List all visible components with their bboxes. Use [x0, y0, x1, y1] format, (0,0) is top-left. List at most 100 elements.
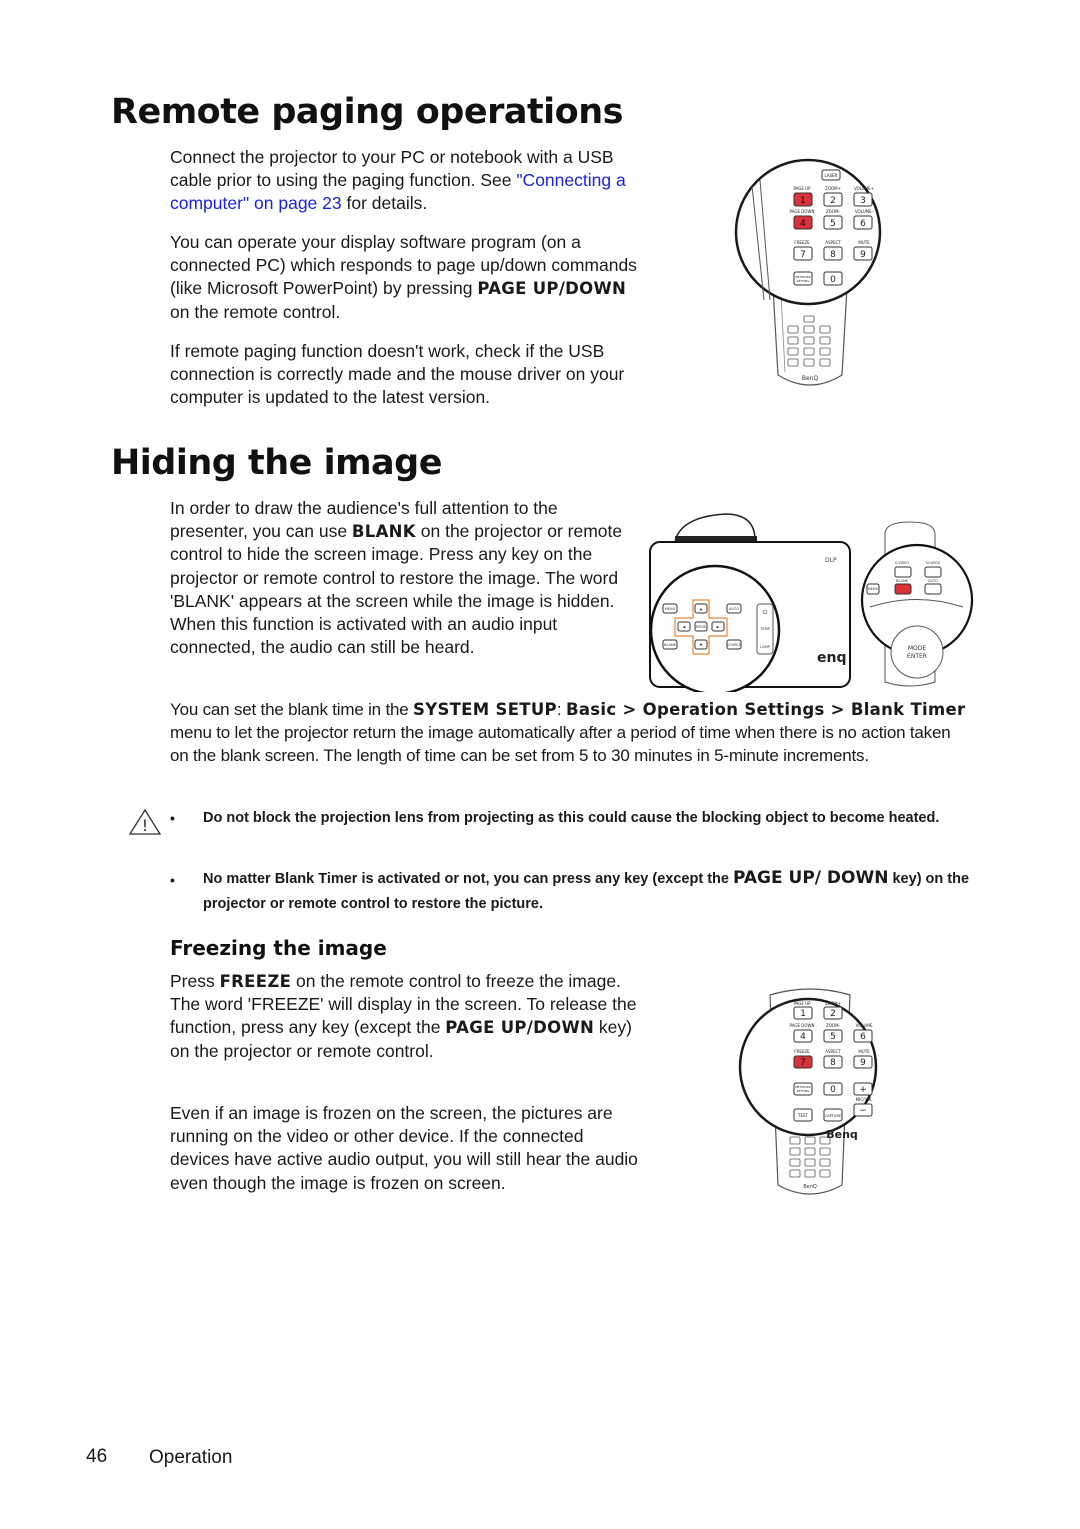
svg-text:MENU: MENU — [868, 587, 879, 591]
freeze-key: FREEZE — [219, 972, 292, 991]
blank-timer-description: You can set the blank time in the SYSTEM… — [170, 698, 970, 768]
svg-text:ZOOM-: ZOOM- — [826, 209, 840, 214]
svg-text:−: − — [859, 1106, 867, 1116]
page-number: 46 — [86, 1446, 108, 1467]
svg-text:Benq: Benq — [826, 1128, 858, 1141]
svg-text:MIC/VOL: MIC/VOL — [856, 1097, 874, 1102]
note-lens-heat: Do not block the projection lens from pr… — [203, 810, 940, 826]
svg-text:ENTER: ENTER — [907, 653, 927, 660]
svg-text:ZOOM+: ZOOM+ — [825, 186, 841, 191]
text: : — [556, 700, 566, 719]
freezing-audio-note: Even if an image is frozen on the screen… — [170, 1103, 638, 1193]
remote-paging-operate: You can operate your display software pr… — [170, 231, 640, 324]
text: for details. — [341, 193, 428, 214]
svg-text:2: 2 — [830, 1009, 836, 1019]
svg-text:AUTO: AUTO — [729, 607, 739, 611]
svg-text:6: 6 — [860, 1032, 866, 1042]
projector-brand: enq — [817, 650, 846, 666]
svg-text:7: 7 — [800, 1058, 806, 1068]
svg-text:5: 5 — [830, 219, 836, 229]
svg-text:VOLUME: VOLUME — [856, 1023, 873, 1028]
svg-text:MENU: MENU — [665, 607, 676, 611]
svg-text:4: 4 — [800, 1032, 806, 1042]
svg-text:ASPECT: ASPECT — [825, 240, 841, 245]
remote-brand-small: BenQ — [802, 375, 819, 382]
heading-hiding-image: Hiding the image — [111, 443, 442, 483]
projector-blank-key-figure: DLP enq MENU ▲ AUTO ◀ MODE ▶ BLANK ▼ SOU… — [649, 513, 974, 692]
svg-text:8: 8 — [830, 1058, 836, 1068]
svg-text:PAGE DOWN: PAGE DOWN — [790, 1023, 815, 1028]
svg-text:BenQ: BenQ — [803, 1184, 817, 1190]
page-up-down-key: PAGE UP/DOWN — [477, 279, 627, 299]
page-up-down-key: PAGE UP/DOWN — [445, 1018, 595, 1038]
warning-icon: ! — [128, 808, 162, 835]
svg-text:⏻: ⏻ — [763, 609, 768, 616]
heading-remote-paging: Remote paging operations — [111, 92, 623, 132]
remote-control-freeze-key-figure: ▲ BenQ PAGE UPZOOM+ 1 2 PAGE DOWNZOOM-VO… — [738, 988, 878, 1195]
svg-text:BLANK: BLANK — [896, 579, 908, 583]
svg-text:PAGE UP: PAGE UP — [793, 1001, 811, 1006]
text: No matter Blank Timer is activated or no… — [203, 871, 733, 887]
svg-text:+: + — [859, 1085, 867, 1095]
text: on the remote control. — [170, 301, 341, 322]
svg-text:TEMP: TEMP — [759, 627, 769, 631]
text: menu to let the projector return the ima… — [170, 723, 951, 766]
svg-text:4: 4 — [800, 219, 806, 229]
svg-text:LAMP: LAMP — [760, 645, 770, 649]
svg-text:VOLUME+: VOLUME+ — [854, 186, 874, 191]
svg-text:6: 6 — [860, 219, 866, 229]
svg-text:MODE: MODE — [908, 645, 927, 652]
svg-text:9: 9 — [860, 1058, 866, 1068]
svg-text:S-VIDEO: S-VIDEO — [895, 561, 910, 565]
heading-freezing-image: Freezing the image — [170, 936, 387, 960]
svg-text:2: 2 — [830, 196, 836, 206]
svg-text:▶: ▶ — [717, 625, 720, 629]
bullet: • — [170, 872, 175, 888]
svg-text:8: 8 — [830, 250, 836, 260]
svg-text:BLANK: BLANK — [664, 643, 676, 647]
svg-text:LASER: LASER — [825, 173, 838, 178]
svg-text:MUTE: MUTE — [858, 240, 870, 245]
svg-text:ZOOM+: ZOOM+ — [825, 1001, 841, 1006]
bullet: • — [170, 810, 175, 826]
svg-text:1: 1 — [800, 1009, 806, 1019]
svg-text:SETTING: SETTING — [797, 279, 811, 283]
svg-text:MUTE: MUTE — [858, 1049, 870, 1054]
svg-text:ASPECT: ASPECT — [825, 1049, 841, 1054]
svg-text:CAPTURE: CAPTURE — [825, 1114, 841, 1118]
system-setup-menu: SYSTEM SETUP — [413, 700, 557, 719]
freezing-intro: Press FREEZE on the remote control to fr… — [170, 970, 640, 1063]
text: on the projector or remote control to hi… — [170, 521, 623, 658]
svg-text:AUTO: AUTO — [928, 579, 938, 583]
svg-text:▼: ▼ — [700, 643, 703, 647]
text: Press — [170, 971, 220, 991]
svg-text:7: 7 — [800, 250, 806, 260]
svg-text:SOURCE: SOURCE — [926, 561, 940, 565]
note-blank-timer-restore: No matter Blank Timer is activated or no… — [203, 866, 993, 917]
remote-paging-intro: Connect the projector to your PC or note… — [170, 146, 640, 216]
hiding-intro: In order to draw the audience's full att… — [170, 497, 640, 659]
svg-text:MODE: MODE — [696, 625, 707, 629]
svg-text:TEST: TEST — [797, 1113, 809, 1118]
svg-text:0: 0 — [830, 1085, 836, 1095]
svg-text:VOLUME-: VOLUME- — [855, 209, 874, 214]
svg-text:1: 1 — [800, 196, 806, 206]
svg-text:PAGE DOWN: PAGE DOWN — [790, 209, 815, 214]
remote-blank-key — [894, 583, 912, 595]
remote-control-page-keys-figure: BenQ LASER PAGE UP ZOOM+ VOLUME+ 1 2 3 PAG… — [734, 158, 882, 386]
svg-text:5: 5 — [830, 1032, 836, 1042]
svg-text:PAGE UP: PAGE UP — [793, 186, 811, 191]
text: You can set the blank time in the — [170, 700, 414, 719]
svg-text:SETTING: SETTING — [797, 1089, 811, 1093]
svg-text:FREEZE: FREEZE — [794, 240, 810, 245]
dlp-logo: DLP — [825, 557, 837, 564]
footer-section-label: Operation — [149, 1447, 233, 1468]
page-up-down-key: PAGE UP/ DOWN — [732, 868, 889, 888]
blank-key: BLANK — [351, 522, 416, 542]
remote-paging-troubleshoot: If remote paging function doesn't work, … — [170, 341, 625, 408]
svg-text:ZOOM-: ZOOM- — [826, 1023, 840, 1028]
svg-text:9: 9 — [860, 250, 866, 260]
svg-text:!: ! — [142, 816, 148, 835]
svg-text:◀: ◀ — [683, 625, 686, 629]
svg-text:▲: ▲ — [700, 607, 703, 611]
